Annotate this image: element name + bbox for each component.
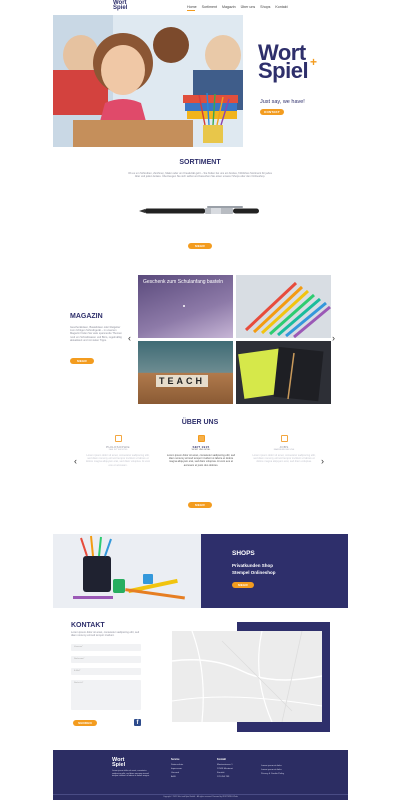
header-logo-line2: Spiel [113, 5, 128, 11]
magazin-tile-schulanfang[interactable]: Geschenk zum Schulanfang basteln [138, 275, 233, 338]
footer-service-title: Service [171, 758, 180, 761]
stationery-illustration [73, 535, 185, 600]
ueber-card-seit1915: SEIT 1915 WORT UND SPIEL Lorem ipsum dol… [166, 435, 236, 497]
hero-image [53, 15, 243, 147]
footer-col-hours: Lorem ipsum et dolor Lorem ipsum et dolo… [261, 764, 284, 776]
shops-panel: SHOPS Privatkunden Shop Stempel Onlinesh… [201, 534, 348, 608]
magazin-mehr-button[interactable]: MEHR [70, 358, 94, 364]
ueber-card-jobs: JOBS KARRIERE BEI UNS Lorem ipsum dolor … [250, 435, 318, 497]
footer-contact-item[interactable]: 123 456 789 [217, 775, 233, 779]
shops-image [53, 534, 201, 608]
notebooks-illustration [238, 346, 324, 402]
map[interactable] [172, 631, 322, 722]
ueber-arrow-left[interactable]: ‹ [74, 456, 77, 466]
footer-link[interactable]: AGB [171, 775, 183, 779]
main-nav: Home Sortiment Magazin Über uns Shops Ko… [187, 5, 293, 9]
kontakt-title: KONTAKT [71, 622, 105, 629]
handshake-icon [197, 435, 205, 442]
footer-col-contact: Kontakt Musterstrasse 1 12345 Musterort … [217, 758, 233, 779]
ueber-mehr-button[interactable]: MEHR [188, 502, 212, 508]
kontakt-senden-button[interactable]: SENDEN [73, 720, 97, 726]
magazin-tile-teach[interactable]: TEACH [138, 341, 233, 404]
magazin-tile-notebooks[interactable] [236, 341, 331, 404]
nav-shops[interactable]: Shops [260, 5, 270, 9]
footer-hours-item[interactable]: Privacy & Cookie Policy [261, 772, 284, 776]
vorname-field[interactable]: Vorname* [71, 644, 141, 651]
ueber-arrow-right[interactable]: › [321, 456, 324, 466]
magazin-arrow-left[interactable]: ‹ [128, 333, 131, 343]
field-placeholder: Nachname* [74, 658, 85, 660]
shops-link-privat[interactable]: Privatkunden Shop [232, 563, 273, 568]
card-text: Lorem ipsum dolor sit amet, consetetur s… [166, 454, 236, 467]
footer: Wort Spiel Lorem ipsum dolor sit amet, c… [53, 750, 348, 800]
card-text: Lorem ipsum dolor sit amet, consetetur s… [85, 454, 151, 467]
tile-play-dot [183, 305, 185, 307]
card-text: Lorem ipsum dolor sit amet, consetetur s… [252, 454, 316, 464]
nachname-field[interactable]: Nachname* [71, 656, 141, 663]
footer-about: Lorem ipsum dolor sit amet, consetetur s… [112, 770, 150, 778]
nav-magazin[interactable]: Magazin [222, 5, 236, 9]
shops-mehr-button[interactable]: MEHR [232, 582, 254, 588]
colored-pencils-illustration [244, 281, 331, 338]
magazin-title: MAGAZIN [70, 313, 103, 320]
magazin-text: Geschenkideen, Bastelideen oder Ratgeber… [70, 326, 122, 342]
hero-logo-plus-icon: + [310, 55, 318, 69]
kontakt-text: Lorem ipsum dolor sit amet, consetetur s… [71, 631, 140, 638]
header: Wort Spiel Home Sortiment Magazin Über u… [0, 0, 400, 14]
hero-logo: Wort Spiel [258, 42, 309, 83]
hero-photo-illustration [53, 15, 243, 147]
field-placeholder: Vorname* [74, 646, 83, 648]
lightbulb-icon [114, 435, 122, 442]
field-placeholder: E-Mail* [74, 670, 81, 672]
footer-contact-title: Kontakt [217, 758, 226, 761]
hero-kontakt-button[interactable]: KONTAKT [260, 109, 284, 115]
hero-logo-line2: Spiel [258, 58, 309, 83]
footer-logo[interactable]: Wort Spiel [112, 757, 126, 768]
facebook-icon[interactable]: f [134, 719, 141, 726]
teach-blocks: TEACH [156, 375, 208, 387]
nav-kontakt[interactable]: Kontakt [275, 5, 287, 9]
pen-image [137, 203, 265, 219]
ueber-title: ÜBER UNS [181, 419, 219, 426]
sortiment-title: SORTIMENT [179, 159, 221, 166]
footer-copyright: Copyright © 2021 Wort und Spiel GmbH – A… [163, 796, 238, 798]
hero-tagline: Just say, we have! [260, 99, 305, 105]
email-field[interactable]: E-Mail* [71, 668, 141, 675]
magazin-arrow-right[interactable]: › [332, 333, 335, 343]
shops-link-stempel[interactable]: Stempel Onlineshop [232, 570, 276, 575]
pen-icon [139, 206, 259, 214]
nav-home[interactable]: Home [187, 5, 197, 9]
map-streets [172, 631, 322, 722]
footer-col-service: Service Datenschutz Impressum Versand AG… [171, 758, 183, 779]
sortiment-text: Ob es um Schreiben, Zeichnen, Malen oder… [128, 172, 272, 179]
nav-active-underline [187, 10, 195, 11]
nav-ueber-uns[interactable]: Über uns [241, 5, 256, 9]
card-sub: DAS IST WICHTIG [108, 449, 128, 451]
magazin-tile-pencils[interactable] [236, 275, 331, 338]
footer-logo-line2: Spiel [112, 762, 126, 768]
field-placeholder: Nachricht* [74, 682, 84, 684]
ueber-card-philosophie: PHILOSOPHIE DAS IST WICHTIG Lorem ipsum … [84, 435, 152, 497]
shops-title: SHOPS [232, 550, 255, 557]
tile-caption: Geschenk zum Schulanfang basteln [143, 279, 224, 285]
header-logo[interactable]: Wort Spiel [113, 0, 128, 11]
sortiment-mehr-button[interactable]: MEHR [188, 243, 212, 249]
briefcase-icon [280, 435, 288, 442]
card-sub: KARRIERE BEI UNS [273, 449, 295, 451]
nachricht-field[interactable]: Nachricht* [71, 680, 141, 710]
card-sub: WORT UND SPIEL [191, 449, 211, 451]
nav-sortiment[interactable]: Sortiment [202, 5, 217, 9]
